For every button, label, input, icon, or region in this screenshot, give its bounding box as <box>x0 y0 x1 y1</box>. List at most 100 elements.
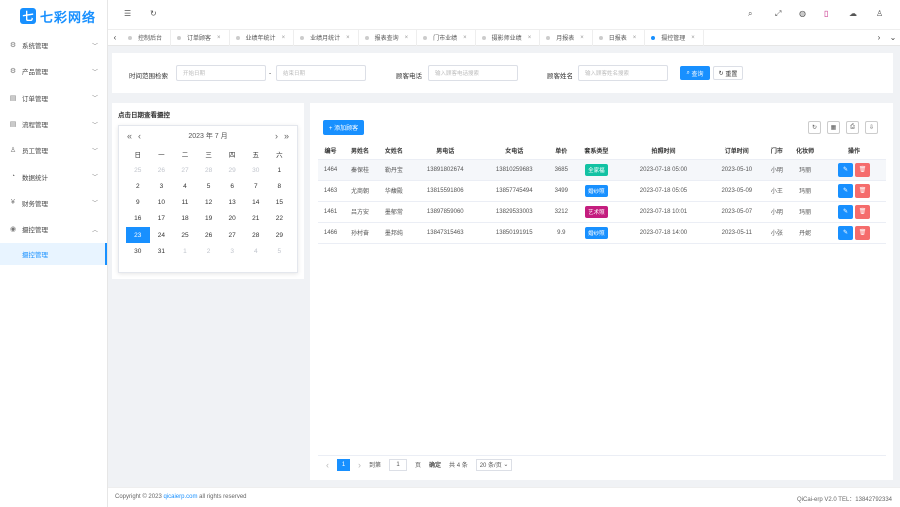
close-icon[interactable]: × <box>463 35 467 41</box>
calendar-day[interactable]: 11 <box>173 195 197 211</box>
delete-icon[interactable]: 🗑 <box>855 162 871 177</box>
calendar-day[interactable]: 3 <box>220 243 244 259</box>
refresh-table-icon[interactable]: ↻ <box>808 121 821 134</box>
columns-icon[interactable]: ▦ <box>827 121 840 134</box>
edit-icon[interactable]: ✎ <box>838 162 854 177</box>
theme-icon[interactable]: ☁ <box>849 9 857 18</box>
calendar-day[interactable]: 22 <box>268 211 292 227</box>
fullscreen-icon[interactable]: ⤢ <box>775 9 781 19</box>
calendar-day[interactable]: 1 <box>173 243 197 259</box>
sidebar-item[interactable]: ▤ 流程管理 ﹀ <box>0 111 107 137</box>
calendar-day[interactable]: 2 <box>197 243 221 259</box>
calendar-day[interactable]: 25 <box>173 227 197 243</box>
calendar-day[interactable]: 19 <box>197 211 221 227</box>
sidebar-subitem[interactable]: 摄控管理 <box>0 243 107 266</box>
next-page-button[interactable]: › <box>358 460 361 470</box>
tab[interactable]: 日报表 × <box>593 29 646 46</box>
delete-icon[interactable]: 🗑 <box>855 183 871 198</box>
table-row[interactable]: 1461 吕方安 墨郁常 13897859060 13829533003 3212 艺术照 2… <box>318 201 886 223</box>
search-button[interactable]: ⌕ 查询 <box>680 66 710 80</box>
close-icon[interactable]: × <box>282 35 286 41</box>
calendar-day[interactable]: 24 <box>150 227 174 243</box>
calendar-day[interactable]: 5 <box>268 243 292 259</box>
calendar-day[interactable]: 18 <box>173 211 197 227</box>
goto-page-input[interactable]: 1 <box>389 458 408 471</box>
tab[interactable]: 控制后台 <box>122 29 172 46</box>
calendar-day[interactable]: 30 <box>126 243 150 259</box>
close-icon[interactable]: × <box>346 35 350 41</box>
start-date-input[interactable]: 开始日期 <box>176 65 266 81</box>
calendar-day[interactable]: 28 <box>197 162 221 178</box>
close-icon[interactable]: × <box>405 35 409 41</box>
end-date-input[interactable]: 结束日期 <box>276 65 366 81</box>
goto-confirm-button[interactable]: 确定 <box>429 460 441 469</box>
calendar-day[interactable]: 10 <box>150 195 174 211</box>
table-row[interactable]: 1463 尤商朝 华馥殿 13815591806 13857745494 3499 婚纱照 2… <box>318 180 886 202</box>
tab[interactable]: 摄影师业绩 × <box>476 29 541 46</box>
calendar-day[interactable]: 14 <box>244 195 268 211</box>
calendar-day[interactable]: 28 <box>244 227 268 243</box>
delete-icon[interactable]: 🗑 <box>855 204 871 219</box>
tab[interactable]: 业绩月统计 × <box>294 29 359 46</box>
next-month-icon[interactable]: › <box>275 131 278 141</box>
calendar-day[interactable]: 29 <box>220 162 244 178</box>
page-size-select[interactable]: 20 条/页 ⌄ <box>475 458 513 471</box>
sidebar-item[interactable]: ◔ 数据统计 ﹀ <box>0 163 107 189</box>
phone-icon[interactable]: ▯ <box>824 9 828 18</box>
calendar-day[interactable]: 29 <box>268 227 292 243</box>
calendar-day[interactable]: 25 <box>126 162 150 178</box>
sidebar-item[interactable]: ♙ 员工管理 ﹀ <box>0 137 107 163</box>
close-icon[interactable]: × <box>528 35 532 41</box>
sidebar-item[interactable]: ¥ 财务管理 ﹀ <box>0 190 107 216</box>
calendar-day[interactable]: 15 <box>268 195 292 211</box>
calendar-day[interactable]: 7 <box>244 178 268 194</box>
calendar-day[interactable]: 27 <box>220 227 244 243</box>
close-icon[interactable]: × <box>580 35 584 41</box>
calendar-day[interactable]: 8 <box>268 178 292 194</box>
print-icon[interactable]: ⎙ <box>846 121 859 134</box>
tab[interactable]: 报表查询 × <box>359 29 418 46</box>
phone-search-input[interactable]: 输入顾客电话搜索 <box>428 65 518 81</box>
calendar-day[interactable]: 3 <box>150 178 174 194</box>
sidebar-item[interactable]: ⚙ 系统管理 ﹀ <box>0 32 107 58</box>
calendar-day[interactable]: 31 <box>150 243 174 259</box>
calendar-day[interactable]: 2 <box>126 178 150 194</box>
prev-month-icon[interactable]: ‹ <box>138 131 141 141</box>
calendar-day[interactable]: 1 <box>268 162 292 178</box>
calendar-day[interactable]: 17 <box>150 211 174 227</box>
calendar-day[interactable]: 5 <box>197 178 221 194</box>
tabs-menu-icon[interactable]: ⌄ <box>886 33 900 42</box>
tabs-scroll-right-icon[interactable]: › <box>872 33 886 42</box>
calendar-day[interactable]: 4 <box>244 243 268 259</box>
menu-toggle-icon[interactable]: ☰ <box>124 9 131 18</box>
delete-icon[interactable]: 🗑 <box>855 225 871 240</box>
tab[interactable]: 月报表 × <box>540 29 593 46</box>
calendar-day[interactable]: 26 <box>197 227 221 243</box>
edit-icon[interactable]: ✎ <box>838 204 854 219</box>
search-icon[interactable]: ⌕ <box>748 9 752 19</box>
prev-page-button[interactable]: ‹ <box>326 460 329 470</box>
add-customer-button[interactable]: + 添加顾客 <box>323 120 364 135</box>
edit-icon[interactable]: ✎ <box>838 183 854 198</box>
prev-year-icon[interactable]: « <box>127 131 132 141</box>
refresh-icon[interactable]: ↻ <box>150 9 157 18</box>
calendar-day[interactable]: 13 <box>220 195 244 211</box>
calendar-day[interactable]: 12 <box>197 195 221 211</box>
calendar-day[interactable]: 26 <box>150 162 174 178</box>
calendar-day[interactable]: 27 <box>173 162 197 178</box>
site-link[interactable]: qicaierp.com <box>163 494 197 500</box>
tab[interactable]: 业绩年统计 × <box>230 29 295 46</box>
calendar-day[interactable]: 16 <box>126 211 150 227</box>
sidebar-item[interactable]: ⚙ 产品管理 ﹀ <box>0 58 107 84</box>
close-icon[interactable]: × <box>633 35 637 41</box>
globe-icon[interactable]: ◍ <box>799 9 806 18</box>
name-search-input[interactable]: 输入顾客姓名搜索 <box>578 65 668 81</box>
tab[interactable]: 门市业绩 × <box>417 29 476 46</box>
sidebar-item[interactable]: ◉ 摄控管理 ︿ <box>0 216 107 242</box>
close-icon[interactable]: × <box>691 35 695 41</box>
calendar-day[interactable]: 21 <box>244 211 268 227</box>
reset-button[interactable]: ↻ 重置 <box>713 66 743 80</box>
calendar-day[interactable]: 9 <box>126 195 150 211</box>
calendar-day[interactable]: 4 <box>173 178 197 194</box>
calendar-day[interactable]: 30 <box>244 162 268 178</box>
